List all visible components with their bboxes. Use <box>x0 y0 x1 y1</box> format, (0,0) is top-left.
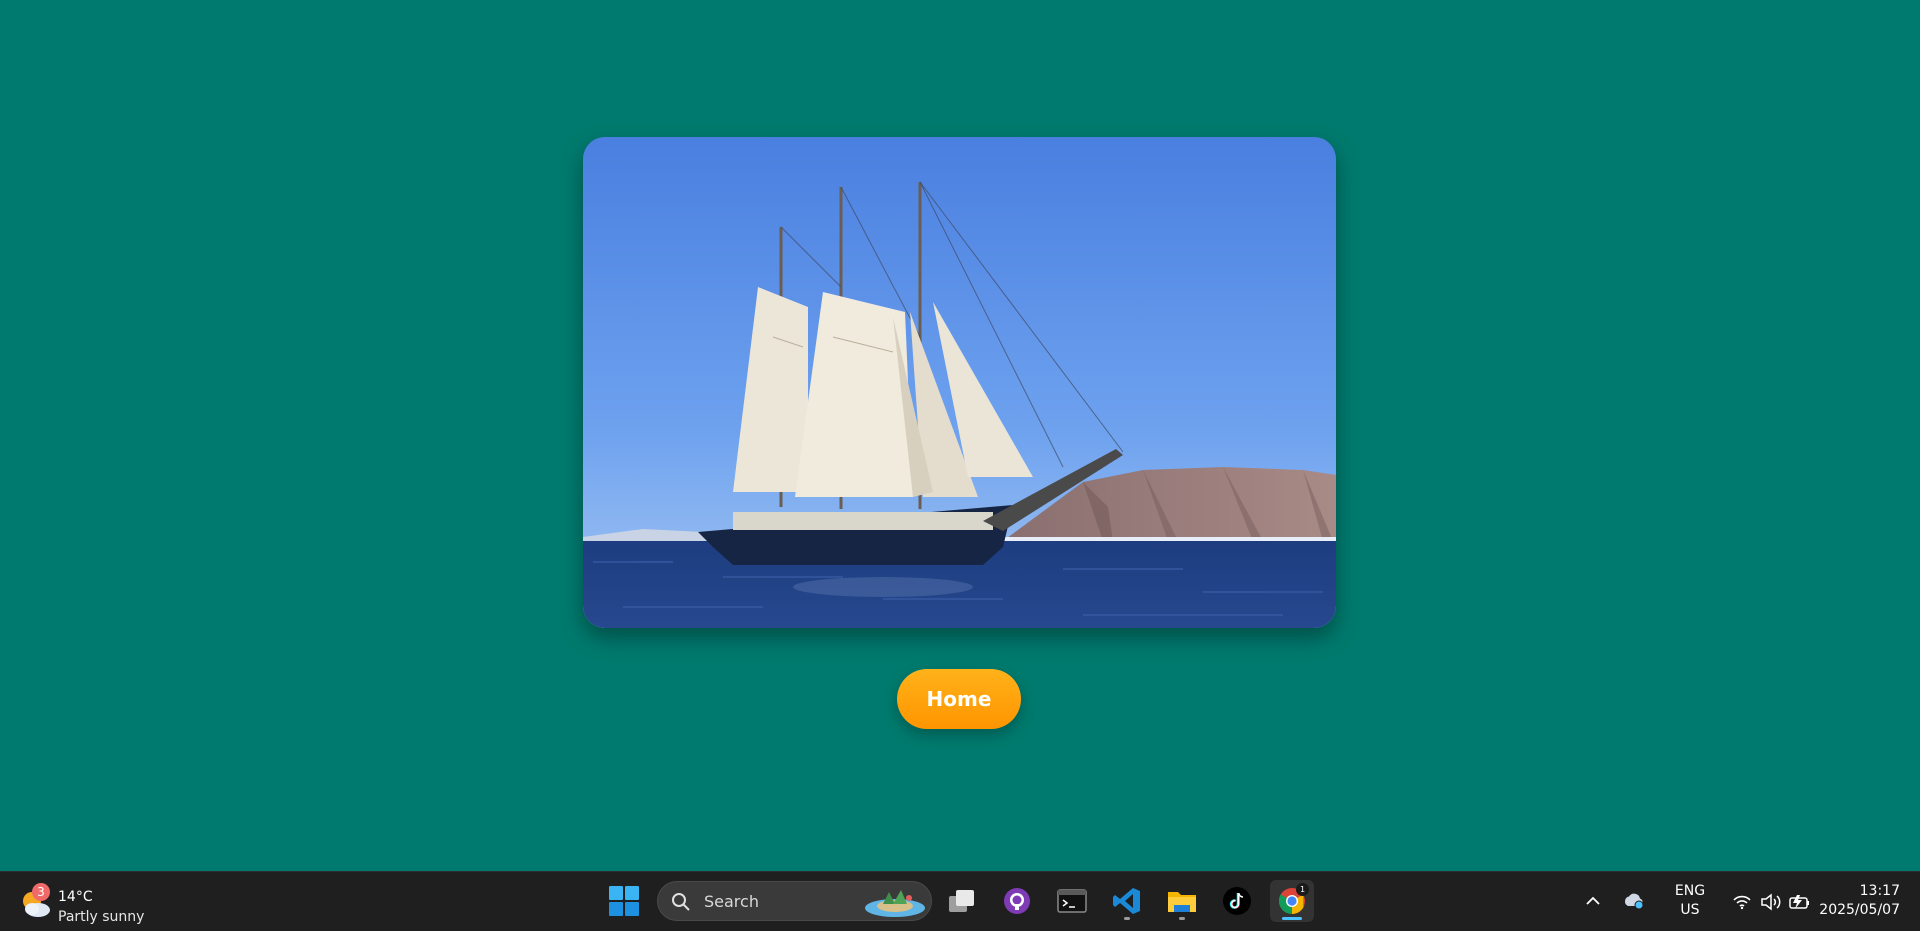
search-highlight-icon <box>865 890 925 917</box>
search-icon <box>672 893 690 911</box>
task-view-icon <box>949 890 974 912</box>
onedrive-icon[interactable] <box>1622 892 1646 910</box>
language-code: ENG <box>1674 883 1706 899</box>
language-region: US <box>1680 902 1700 918</box>
weather-widget[interactable]: 3 14°C Partly sunny <box>16 880 156 925</box>
weather-condition: Partly sunny <box>58 909 145 925</box>
vscode-icon <box>1113 888 1140 914</box>
wifi-icon[interactable] <box>1732 894 1752 910</box>
weather-badge: 3 <box>32 883 50 901</box>
github-icon <box>1004 888 1030 914</box>
windows-logo-icon <box>609 886 639 916</box>
weather-temperature: 14°C <box>58 889 93 905</box>
chrome-badge: 1 <box>1296 883 1309 896</box>
home-button[interactable]: Home <box>897 669 1021 729</box>
github-desktop-button[interactable] <box>995 880 1039 922</box>
clock-time: 13:17 <box>1859 883 1900 899</box>
terminal-button[interactable] <box>1050 880 1094 922</box>
chrome-button[interactable]: 1 <box>1270 880 1314 922</box>
tiktok-button[interactable] <box>1215 880 1259 922</box>
folder-icon <box>1168 892 1196 912</box>
ship-image <box>583 137 1336 628</box>
volume-icon[interactable] <box>1760 893 1782 911</box>
clock-date: 2025/05/07 <box>1819 902 1900 918</box>
task-view-button[interactable] <box>940 880 984 922</box>
file-explorer-button[interactable] <box>1160 880 1204 922</box>
taskbar-search[interactable]: Search <box>657 881 932 921</box>
vscode-button[interactable] <box>1105 880 1149 922</box>
clock[interactable]: 13:17 2025/05/07 <box>1819 882 1900 920</box>
chevron-up-icon[interactable] <box>1585 894 1601 906</box>
search-placeholder: Search <box>704 892 759 911</box>
start-button[interactable] <box>602 880 646 922</box>
taskbar: 3 14°C Partly sunny Search 1 ENG US 13:1… <box>0 871 1920 931</box>
battery-icon[interactable] <box>1788 893 1812 911</box>
active-indicator <box>1282 917 1302 920</box>
taskbar-apps: Search 1 <box>600 872 1320 931</box>
language-indicator[interactable]: ENG US <box>1670 882 1710 920</box>
system-tray: ENG US 13:17 2025/05/07 <box>1580 872 1920 931</box>
terminal-icon <box>1057 889 1087 913</box>
running-indicator <box>1124 917 1130 920</box>
ship-image-card <box>583 137 1336 628</box>
tiktok-icon <box>1223 887 1251 915</box>
running-indicator <box>1179 917 1185 920</box>
